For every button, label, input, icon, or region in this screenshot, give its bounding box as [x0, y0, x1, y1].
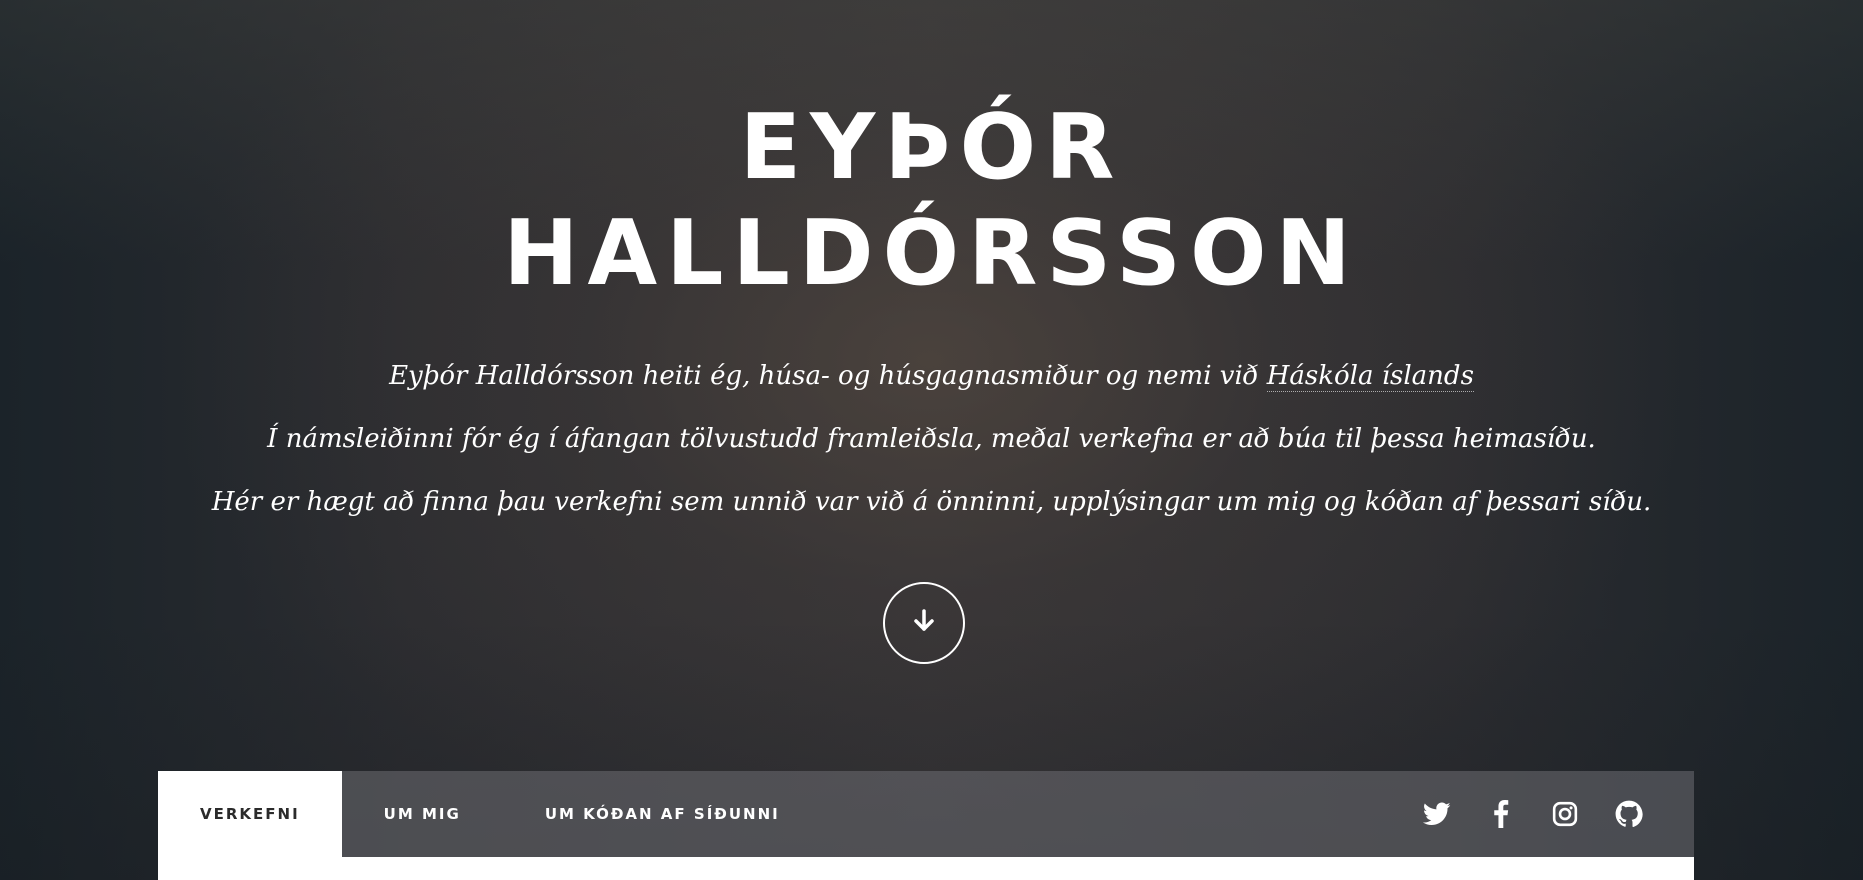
intro-line-1-text: Eyþór Halldórsson heiti ég, húsa- og hús… — [389, 361, 1267, 391]
tab-um-kodan-label: UM KÓÐAN AF SÍÐUNNI — [544, 805, 780, 823]
site-title: Eyþór Halldórsson — [0, 0, 1863, 307]
site-title-line1: Eyþór — [739, 95, 1124, 200]
github-icon[interactable] — [1614, 799, 1644, 829]
intro-line-3: Hér er hægt að finna þau verkefni sem un… — [211, 487, 1652, 517]
twitter-icon[interactable] — [1422, 799, 1452, 829]
arrow-down-icon — [910, 607, 938, 640]
intro-text: Eyþór Halldórsson heiti ég, húsa- og hús… — [0, 345, 1863, 534]
facebook-icon[interactable] — [1486, 799, 1516, 829]
scroll-down-button[interactable] — [883, 582, 965, 664]
tab-um-mig-label: UM MIG — [383, 805, 461, 823]
main-nav: VERKEFNI UM MIG UM KÓÐAN AF SÍÐUNNI — [158, 771, 1694, 857]
tab-verkefni[interactable]: VERKEFNI — [158, 771, 342, 857]
university-link[interactable]: Háskóla íslands — [1266, 361, 1474, 392]
page: Eyþór Halldórsson Eyþór Halldórsson heit… — [0, 0, 1863, 880]
social-links — [1388, 771, 1694, 857]
tab-um-kodan[interactable]: UM KÓÐAN AF SÍÐUNNI — [503, 771, 822, 857]
tab-verkefni-label: VERKEFNI — [200, 805, 300, 823]
site-title-line2: Halldórsson — [503, 201, 1360, 306]
tab-um-mig[interactable]: UM MIG — [342, 771, 503, 857]
intro-line-1: Eyþór Halldórsson heiti ég, húsa- og hús… — [0, 345, 1863, 408]
instagram-icon[interactable] — [1550, 799, 1580, 829]
intro-line-2: Í námsleiðinni fór ég í áfangan tölvustu… — [267, 424, 1596, 454]
site-header: Eyþór Halldórsson Eyþór Halldórsson heit… — [0, 0, 1863, 534]
main-content — [158, 857, 1694, 880]
